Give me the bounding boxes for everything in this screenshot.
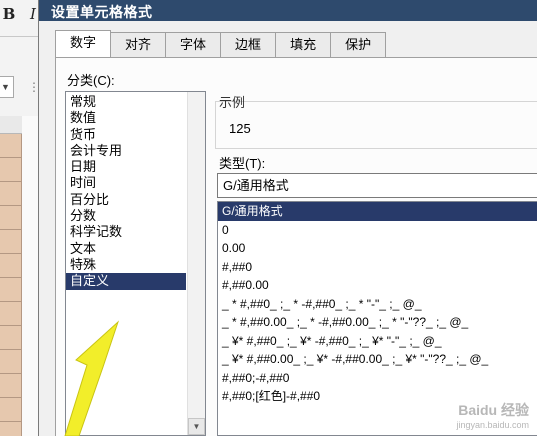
- annotation-arrow-shape: [64, 320, 120, 436]
- annotation-arrow-icon: [64, 320, 120, 436]
- watermark: Baidu 经验 jingyan.baidu.com: [456, 400, 529, 430]
- tab-number[interactable]: 数字: [55, 30, 112, 57]
- watermark-name: Baidu 经验: [458, 402, 529, 418]
- watermark-site: jingyan.baidu.com: [456, 420, 529, 430]
